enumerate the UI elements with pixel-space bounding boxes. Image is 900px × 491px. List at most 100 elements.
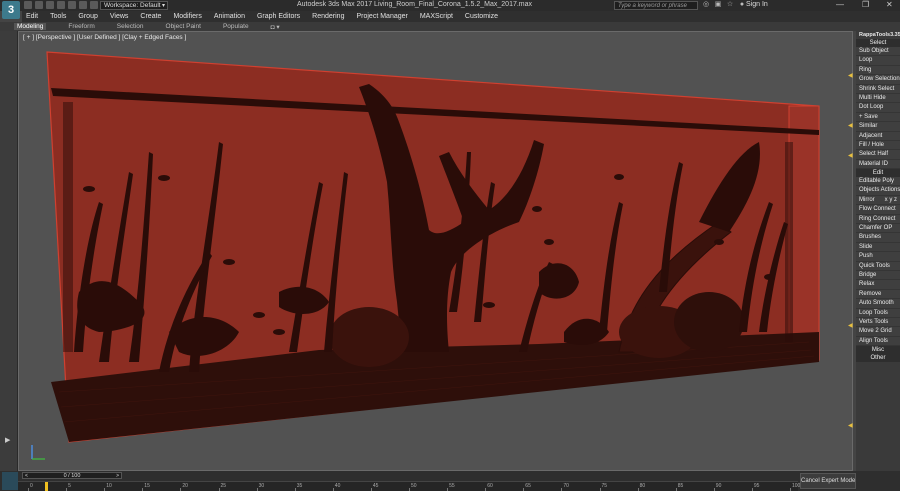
shrink-select-button[interactable]: Shrink Select (856, 84, 900, 94)
cancel-expert-mode-button[interactable]: Cancel Expert Mode (800, 473, 856, 489)
multi-hide-button[interactable]: Multi Hide (856, 93, 900, 104)
tab-freeform[interactable]: Freeform (68, 23, 94, 30)
relax-button[interactable]: Relax (856, 280, 900, 290)
close-icon[interactable]: ✕ (886, 0, 893, 9)
window-title: Autodesk 3ds Max 2017 Living_Room_Final_… (297, 1, 533, 8)
project-folder-icon[interactable] (79, 1, 87, 9)
slide-button[interactable]: Slide (856, 242, 900, 253)
collapse-arrow-icon[interactable]: ◀ (848, 322, 853, 329)
align-tools-button[interactable]: Align Tools (856, 336, 900, 347)
loop-tools-button[interactable]: Loop Tools (856, 308, 900, 318)
viewport-label[interactable]: [ + ] [Perspective ] [User Defined ] [Cl… (23, 34, 186, 41)
tab-selection[interactable]: Selection (117, 23, 144, 30)
frame-counter[interactable]: < 0 / 100 > (22, 472, 122, 479)
quick-tools-button[interactable]: Quick Tools (856, 261, 900, 271)
objects-actions-button[interactable]: Objects Actions (856, 186, 900, 196)
remove-button[interactable]: Remove (856, 289, 900, 300)
tab-modeling[interactable]: Modeling (14, 23, 47, 30)
menu-maxscript[interactable]: MAXScript (420, 13, 453, 20)
grow-selection-button[interactable]: Grow Selection (856, 75, 900, 85)
dot-loop-button[interactable]: Dot Loop (856, 103, 900, 113)
collapse-arrow-icon[interactable]: ◀ (848, 122, 853, 129)
new-file-icon[interactable] (24, 1, 32, 9)
rock-left (329, 307, 409, 367)
menu-graph-editors[interactable]: Graph Editors (257, 13, 300, 20)
timeline-tick-label: 35 (296, 483, 303, 489)
next-frame-icon[interactable]: > (116, 473, 119, 479)
menu-views[interactable]: Views (110, 13, 129, 20)
section-header-misc[interactable]: Misc (856, 346, 900, 355)
axis-gizmo-icon (31, 445, 45, 460)
push-button[interactable]: Push (856, 252, 900, 262)
tab-populate[interactable]: Populate (223, 23, 249, 30)
menu-modifiers[interactable]: Modifiers (173, 13, 201, 20)
open-file-icon[interactable] (35, 1, 43, 9)
sub-object-button[interactable]: Sub Object (856, 47, 900, 57)
material-id-button[interactable]: Material ID (856, 159, 900, 170)
ring-button[interactable]: Ring (856, 65, 900, 76)
search-input[interactable]: Type a keyword or phrase (614, 1, 698, 10)
ring-connect-button[interactable]: Ring Connect (856, 214, 900, 225)
menu-rendering[interactable]: Rendering (312, 13, 344, 20)
link-icon[interactable] (90, 1, 98, 9)
prev-frame-icon[interactable]: < (25, 473, 28, 479)
timeline-tick-label: 0 (30, 483, 33, 489)
subscription-icon[interactable]: ▣ (714, 1, 722, 9)
flow-connect-button[interactable]: Flow Connect (856, 205, 900, 215)
move-2-grid-button[interactable]: Move 2 Grid (856, 327, 900, 337)
brushes-button[interactable]: Brushes (856, 233, 900, 243)
collapse-arrow-icon[interactable]: ◀ (848, 152, 853, 159)
perspective-viewport[interactable]: [ + ] [Perspective ] [User Defined ] [Cl… (18, 31, 853, 471)
select-half-button[interactable]: Select Half (856, 150, 900, 160)
workspace-dropdown[interactable]: Workspace: Default ▾ (100, 1, 168, 10)
save-file-icon[interactable] (46, 1, 54, 9)
section-header-select[interactable]: Select (856, 39, 900, 47)
ribbon-options-icon[interactable]: ◘ ▾ (271, 23, 280, 31)
collapse-arrow-icon[interactable]: ◀ (848, 422, 853, 429)
similar-button[interactable]: Similar (856, 122, 900, 132)
menu-create[interactable]: Create (140, 13, 161, 20)
timeline-tick-label: 55 (449, 483, 455, 489)
star-icon[interactable]: ☆ (726, 1, 734, 9)
restore-icon[interactable]: ❐ (862, 0, 869, 9)
verts-tools-button[interactable]: Verts Tools (856, 317, 900, 328)
collapse-arrow-icon[interactable]: ◀ (848, 72, 853, 79)
menu-group[interactable]: Group (78, 13, 97, 20)
sign-in-link[interactable]: Sign In (746, 1, 768, 8)
menu-project-manager[interactable]: Project Manager (356, 13, 407, 20)
menu-edit[interactable]: Edit (26, 13, 38, 20)
loop-button[interactable]: Loop (856, 56, 900, 66)
save-selection-button[interactable]: + Save (856, 112, 900, 123)
timeline-tick-label: 20 (182, 483, 188, 489)
mirror-axes[interactable]: x y z (885, 196, 897, 204)
fill-hole-button[interactable]: Fill / Hole (856, 140, 900, 151)
maxscript-listener-icon[interactable] (2, 472, 18, 490)
timeline-tick-label: 70 (563, 483, 569, 489)
other-button[interactable]: Other (856, 354, 900, 363)
menu-tools[interactable]: Tools (50, 13, 66, 20)
section-header-edit[interactable]: Edit (856, 169, 900, 178)
auto-smooth-button[interactable]: Auto Smooth (856, 299, 900, 309)
timeline-track[interactable]: 0 5 10 15 20 25 30 35 40 45 50 55 60 65 70 75 80 85 90 95 10… (18, 481, 800, 491)
menu-customize[interactable]: Customize (465, 13, 498, 20)
timeline-tick-label: 40 (334, 483, 341, 489)
timeline-tick-label: 10 (106, 483, 112, 489)
app-logo-icon[interactable]: 3 (2, 1, 20, 19)
expand-arrow-icon[interactable]: ▶ (5, 436, 10, 444)
mirror-button[interactable]: Mirror x y z (856, 195, 900, 206)
minimize-icon[interactable]: — (836, 0, 844, 9)
editable-poly-button[interactable]: Editable Poly (856, 177, 900, 187)
quick-access-toolbar (24, 1, 98, 9)
adjacent-button[interactable]: Adjacent (856, 131, 900, 141)
menu-animation[interactable]: Animation (214, 13, 245, 20)
redo-icon[interactable] (68, 1, 76, 9)
undo-icon[interactable] (57, 1, 65, 9)
time-slider-handle[interactable] (45, 482, 48, 491)
binoculars-icon[interactable]: ◎ (702, 1, 710, 9)
timeline-tick-label: 60 (487, 483, 493, 489)
bridge-button[interactable]: Bridge (856, 270, 900, 281)
chamfer-op-button[interactable]: Chamfer OP (856, 224, 900, 234)
user-icon[interactable]: ● (738, 1, 746, 9)
tab-object-paint[interactable]: Object Paint (166, 23, 201, 30)
rappatools-panel: RappaTools3.35 Select Sub Object Loop Ri… (856, 31, 900, 471)
